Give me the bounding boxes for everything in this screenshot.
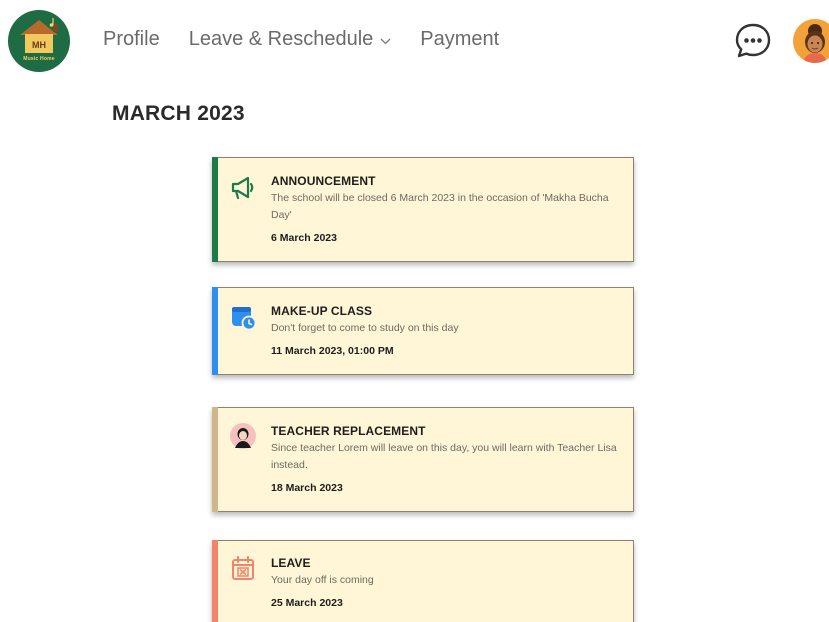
calendar-clock-icon — [232, 307, 257, 331]
logo-text: MH — [32, 40, 46, 50]
card-title: TEACHER REPLACEMENT — [271, 424, 426, 438]
page-title: MARCH 2023 — [112, 102, 245, 125]
user-avatar-icon — [803, 24, 827, 63]
card-body: MAKE-UP CLASS Don't forget to come to st… — [271, 304, 619, 357]
card-body: LEAVE Your day off is coming 25 March 20… — [271, 556, 619, 609]
card-date: 18 March 2023 — [271, 482, 343, 494]
card-accent-bar — [212, 407, 218, 512]
card-title: ANNOUNCEMENT — [271, 174, 376, 188]
card-accent-bar — [212, 287, 218, 375]
card-date: 25 March 2023 — [271, 597, 343, 609]
calendar-x-icon — [232, 556, 254, 580]
card-accent-bar — [212, 157, 218, 262]
nav-profile[interactable]: Profile — [103, 28, 160, 51]
leave-card[interactable]: LEAVE Your day off is coming 25 March 20… — [212, 540, 634, 622]
teacher-replacement-card[interactable]: TEACHER REPLACEMENT Since teacher Lorem … — [212, 407, 634, 512]
logo-subtext: Music Home — [23, 56, 55, 62]
nav-payment-label: Payment — [420, 28, 500, 50]
nav-profile-label: Profile — [103, 28, 160, 50]
card-description: Since teacher Lorem will leave on this d… — [271, 442, 617, 471]
nav-leave-reschedule-label: Leave & Reschedule — [188, 28, 374, 50]
card-description: Don't forget to come to study on this da… — [271, 322, 459, 334]
card-title: LEAVE — [271, 556, 311, 570]
card-title: MAKE-UP CLASS — [271, 304, 373, 318]
card-body: TEACHER REPLACEMENT Since teacher Lorem … — [271, 424, 619, 494]
card-description: The school will be closed 6 March 2023 i… — [271, 192, 609, 221]
main-nav: Profile Leave & Reschedule Payment — [103, 28, 528, 51]
logo[interactable]: MH Music Home — [8, 10, 70, 72]
user-avatar[interactable] — [793, 19, 829, 63]
make-up-class-card[interactable]: MAKE-UP CLASS Don't forget to come to st… — [212, 287, 634, 375]
announcement-card[interactable]: ANNOUNCEMENT The school will be closed 6… — [212, 157, 634, 262]
nav-payment[interactable]: Payment — [420, 28, 499, 51]
nav-leave-reschedule[interactable]: Leave & Reschedule — [189, 28, 392, 51]
top-nav-bar: MH Music Home Profile Leave & Reschedule… — [0, 0, 829, 82]
card-body: ANNOUNCEMENT The school will be closed 6… — [271, 174, 619, 244]
chevron-down-icon — [380, 38, 391, 45]
house-logo-icon: MH — [20, 18, 58, 53]
teacher-icon — [230, 423, 256, 449]
card-description: Your day off is coming — [271, 574, 374, 586]
megaphone-icon — [231, 176, 254, 200]
chat-icon[interactable] — [734, 22, 772, 60]
card-date: 6 March 2023 — [271, 232, 337, 244]
card-date: 11 March 2023, 01:00 PM — [271, 345, 394, 357]
card-accent-bar — [212, 540, 218, 622]
